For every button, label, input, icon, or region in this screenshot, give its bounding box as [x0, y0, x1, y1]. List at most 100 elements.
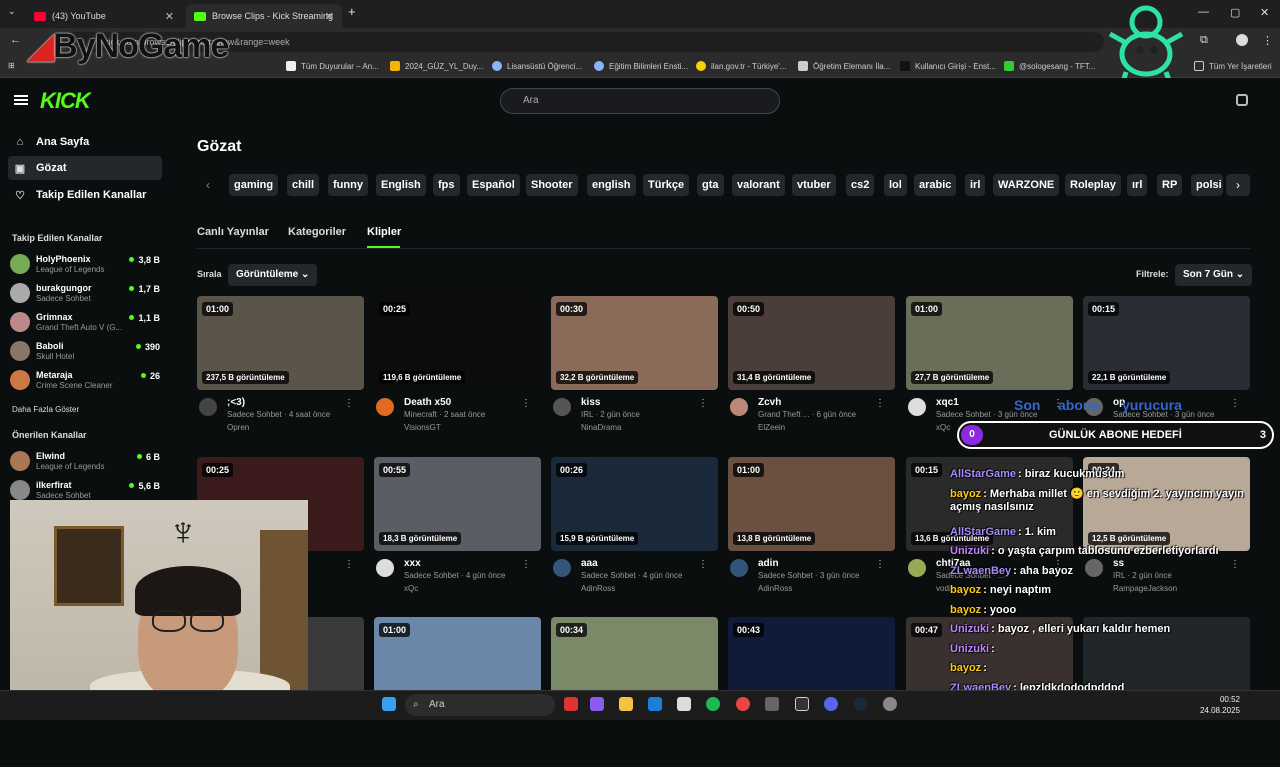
clip-author[interactable]: xQc [404, 584, 418, 593]
tag-pill[interactable]: valorant [732, 174, 785, 196]
clip-card[interactable]: 01:00 13,8 B görüntüleme adin Sadece Sohbet… [728, 457, 895, 607]
tag-pill[interactable]: Roleplay [1065, 174, 1121, 196]
more-options-icon[interactable]: ⋮ [344, 398, 354, 409]
tag-pill[interactable]: chill [287, 174, 320, 196]
channel-item[interactable]: Elwind League of Legends 6 B [10, 449, 160, 475]
clip-title[interactable]: ss [1113, 558, 1124, 569]
clip-author[interactable]: AdinRoss [758, 584, 792, 593]
chevron-right-icon[interactable]: › [1226, 174, 1250, 196]
clip-card[interactable]: 00:30 32,2 B görüntüleme kiss IRL · 2 gün ö… [551, 296, 718, 446]
clip-card[interactable]: 00:25 119,6 B görüntüleme Death x50 Minecra… [374, 296, 541, 446]
kick-logo[interactable]: KICK [40, 88, 91, 114]
more-options-icon[interactable]: ⋮ [344, 559, 354, 570]
avatar[interactable] [908, 398, 926, 416]
epic-games-icon[interactable] [795, 697, 809, 711]
bookmark-item[interactable]: ilan.gov.tr - Türkiye'... [696, 61, 786, 71]
channel-item[interactable]: Metaraja Crime Scene Cleaner 26 [10, 368, 160, 394]
more-options-icon[interactable]: ⋮ [1230, 559, 1240, 570]
tag-pill[interactable]: ırl [1127, 174, 1148, 196]
clip-card[interactable]: 00:26 15,9 B görüntüleme aaa Sadece Sohbet … [551, 457, 718, 607]
avatar[interactable] [908, 559, 926, 577]
clip-thumbnail[interactable]: 01:00 237,5 B görüntüleme [197, 296, 364, 390]
clip-thumbnail[interactable]: 00:50 31,4 B görüntüleme [728, 296, 895, 390]
tag-pill[interactable]: WARZONE [993, 174, 1060, 196]
clip-thumbnail[interactable]: 00:30 32,2 B görüntüleme [551, 296, 718, 390]
show-more-link[interactable]: Daha Fazla Göster [12, 405, 79, 414]
avatar[interactable] [376, 398, 394, 416]
tag-pill[interactable]: funny [328, 174, 368, 196]
avatar[interactable] [1085, 559, 1103, 577]
bookmark-item[interactable]: Kullanıcı Girişi - Enst... [900, 61, 996, 71]
app-icon[interactable] [564, 697, 578, 711]
bookmark-item[interactable]: Tüm Duyurular – An... [286, 61, 379, 71]
nav-home[interactable]: ⌂ Ana Sayfa [8, 130, 162, 154]
clip-thumbnail[interactable]: 01:00 27,7 B görüntüleme [906, 296, 1073, 390]
tab-categories[interactable]: Kategoriler [288, 226, 346, 238]
filter-dropdown[interactable]: Son 7 Gün ⌄ [1175, 264, 1253, 286]
clip-thumbnail[interactable]: 00:25 119,6 B görüntüleme [374, 296, 541, 390]
clip-thumbnail[interactable]: 00:15 22,1 B görüntüleme [1083, 296, 1250, 390]
more-options-icon[interactable]: ⋮ [521, 559, 531, 570]
tab-clips[interactable]: Klipler [367, 226, 401, 238]
clip-card[interactable]: 01:00 237,5 B görüntüleme ;<3) Sadece Sohbe… [197, 296, 364, 446]
avatar[interactable] [199, 398, 217, 416]
avatar[interactable] [553, 559, 571, 577]
steam-icon[interactable] [854, 697, 868, 711]
bookmark-item[interactable]: 2024_GÜZ_YL_Duy... [390, 61, 483, 71]
clip-author[interactable]: RampageJackson [1113, 584, 1177, 593]
clip-thumbnail[interactable]: 00:55 18,3 B görüntüleme [374, 457, 541, 551]
new-tab-icon[interactable]: + [348, 4, 356, 19]
back-icon[interactable]: ← [10, 34, 21, 46]
more-options-icon[interactable]: ⋮ [875, 559, 885, 570]
clip-thumbnail[interactable]: 00:26 15,9 B görüntüleme [551, 457, 718, 551]
user-menu-icon[interactable] [1236, 94, 1248, 106]
app-icon[interactable] [765, 697, 779, 711]
app-icon[interactable] [883, 697, 897, 711]
bookmark-item[interactable]: Lisansüstü Öğrenci... [492, 61, 582, 71]
maximize-icon[interactable]: ▢ [1230, 6, 1240, 19]
taskbar-search[interactable]: ⌕ Ara [405, 694, 555, 716]
store-icon[interactable] [677, 697, 691, 711]
chevron-left-icon[interactable]: ‹ [206, 178, 210, 192]
apps-icon[interactable]: ⊞ [8, 61, 15, 70]
all-bookmarks[interactable]: Tüm Yer İşaretleri [1194, 61, 1272, 71]
channel-item[interactable]: Grimnax Grand Theft Auto V (G... 1,1 B [10, 310, 160, 336]
tag-pill[interactable]: Türkçe [643, 174, 690, 196]
bookmark-item[interactable]: Eğitim Bilimleri Ensti... [594, 61, 688, 71]
close-tab-icon[interactable]: ✕ [325, 10, 334, 23]
tag-pill[interactable]: polsi [1191, 174, 1223, 196]
bookmark-item[interactable]: @sologesang - TFT... [1004, 61, 1095, 71]
tag-pill[interactable]: vtuber [792, 174, 836, 196]
copilot-icon[interactable] [590, 697, 604, 711]
clip-title[interactable]: xqc1 [936, 397, 959, 408]
discord-icon[interactable] [824, 697, 838, 711]
minimize-icon[interactable]: — [1198, 6, 1209, 18]
folder-icon[interactable] [619, 697, 633, 711]
profile-icon[interactable] [1236, 34, 1248, 46]
tag-pill[interactable]: gaming [229, 174, 279, 196]
clip-card[interactable]: 00:50 31,4 B görüntüleme Zcvh Grand Theft .… [728, 296, 895, 446]
channel-item[interactable]: burakgungor Sadece Sohbet 1,7 B [10, 281, 160, 307]
more-options-icon[interactable]: ⋮ [521, 398, 531, 409]
channel-item[interactable]: Baboli Skull Hotel 390 [10, 339, 160, 365]
more-options-icon[interactable]: ⋮ [698, 398, 708, 409]
tag-pill[interactable]: RP [1157, 174, 1183, 196]
more-options-icon[interactable]: ⋮ [698, 559, 708, 570]
avatar[interactable] [376, 559, 394, 577]
clip-author[interactable]: ElZeein [758, 423, 785, 432]
avatar[interactable] [730, 398, 748, 416]
tag-pill[interactable]: Shooter [526, 174, 578, 196]
channel-item[interactable]: HolyPhoenix League of Legends 3,8 B [10, 252, 160, 278]
search-input[interactable]: Ara [500, 88, 780, 114]
menu-icon[interactable]: ⋮ [1262, 34, 1273, 47]
clip-author[interactable]: NinaDrama [581, 423, 621, 432]
clip-title[interactable]: Death x50 [404, 397, 451, 408]
more-options-icon[interactable]: ⋮ [875, 398, 885, 409]
outlook-icon[interactable] [648, 697, 662, 711]
chrome-icon[interactable] [736, 697, 750, 711]
clip-title[interactable]: aaa [581, 558, 598, 569]
avatar[interactable] [553, 398, 571, 416]
bookmark-item[interactable]: Öğretim Elemanı İla... [798, 61, 890, 71]
tag-pill[interactable]: english [587, 174, 636, 196]
tab-menu-icon[interactable]: ⌄ [8, 6, 16, 17]
